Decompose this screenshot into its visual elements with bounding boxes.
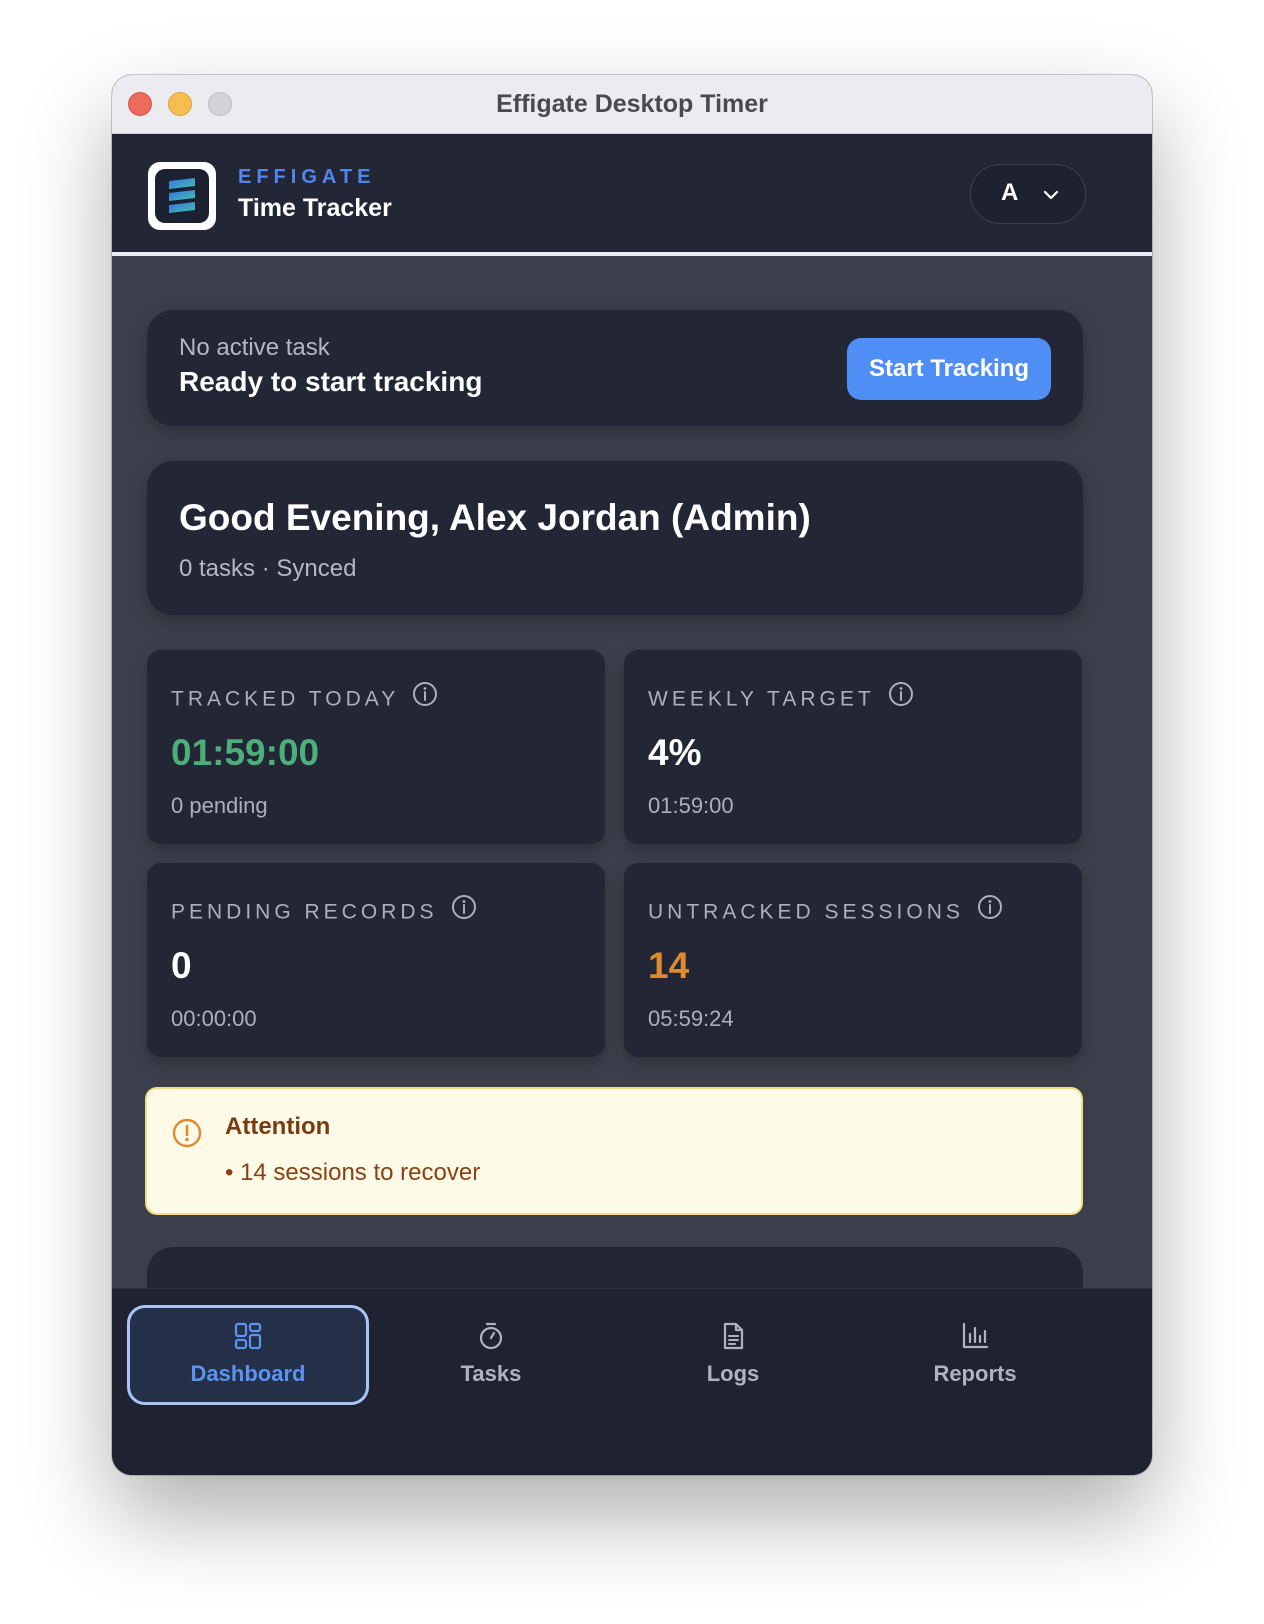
stat-value: 0 (171, 945, 192, 986)
nav-item-reports[interactable]: Reports (854, 1305, 1096, 1405)
active-task-card: No active task Ready to start tracking S… (147, 310, 1083, 426)
chevron-down-icon (1041, 185, 1061, 210)
nav-item-dashboard[interactable]: Dashboard (127, 1305, 369, 1405)
greeting-subtitle: 0 tasks · Synced (179, 555, 357, 582)
stat-card-tracked-today: TRACKED TODAY 01:59:00 0 pending (147, 650, 605, 844)
greeting-title: Good Evening, Alex Jordan (Admin) (179, 497, 811, 538)
stat-label: PENDING RECORDS (171, 900, 438, 924)
nav-item-tasks[interactable]: Tasks (370, 1305, 612, 1405)
stat-label: TRACKED TODAY (171, 687, 400, 711)
info-icon[interactable] (411, 680, 439, 714)
stat-card-weekly-target: WEEKLY TARGET 4% 01:59:00 (624, 650, 1082, 844)
brand-name: EFFIGATE (238, 166, 376, 188)
app-window: Effigate Desktop Timer EFFIGATE Time Tra… (112, 75, 1152, 1475)
start-tracking-button[interactable]: Start Tracking (847, 338, 1051, 400)
stat-subtext: 01:59:00 (648, 793, 734, 818)
nav-label: Reports (933, 1361, 1017, 1386)
attention-alert: Attention • 14 sessions to recover (145, 1087, 1083, 1215)
grid-icon (233, 1321, 263, 1356)
stat-subtext: 0 pending (171, 793, 268, 818)
alert-item: • 14 sessions to recover (225, 1159, 481, 1186)
active-task-label: No active task (179, 334, 330, 361)
nav-label: Logs (706, 1361, 760, 1386)
nav-label: Dashboard (190, 1361, 306, 1386)
info-icon[interactable] (450, 893, 478, 927)
stat-label: WEEKLY TARGET (648, 687, 875, 711)
app-header: EFFIGATE Time Tracker A (112, 134, 1152, 256)
window-title: Effigate Desktop Timer (496, 90, 768, 118)
bar-chart-icon (960, 1321, 990, 1356)
stopwatch-icon (476, 1321, 506, 1356)
avatar: A (1001, 179, 1019, 206)
warning-icon (171, 1117, 203, 1154)
stat-label: UNTRACKED SESSIONS (648, 900, 964, 924)
alert-title: Attention (225, 1113, 331, 1140)
greeting-card: Good Evening, Alex Jordan (Admin) 0 task… (147, 461, 1083, 615)
info-icon[interactable] (887, 680, 915, 714)
effigate-logo-icon (148, 162, 216, 230)
stat-card-untracked-sessions: UNTRACKED SESSIONS 14 05:59:24 (624, 863, 1082, 1057)
stat-subtext: 00:00:00 (171, 1006, 257, 1031)
app-subtitle: Time Tracker (238, 194, 392, 222)
title-bar: Effigate Desktop Timer (112, 75, 1152, 134)
nav-label: Tasks (460, 1361, 522, 1386)
bottom-navigation: Dashboard Tasks Logs Reports (112, 1288, 1152, 1475)
stat-value: 14 (648, 945, 690, 986)
info-icon[interactable] (976, 893, 1004, 927)
stat-value: 01:59:00 (171, 732, 320, 773)
stat-subtext: 05:59:24 (648, 1006, 734, 1031)
document-icon (718, 1321, 748, 1356)
tracking-status: Ready to start tracking (179, 366, 483, 397)
stat-card-pending-records: PENDING RECORDS 0 00:00:00 (147, 863, 605, 1057)
nav-item-logs[interactable]: Logs (612, 1305, 854, 1405)
stat-value: 4% (648, 732, 702, 773)
account-menu-button[interactable]: A (970, 164, 1086, 224)
